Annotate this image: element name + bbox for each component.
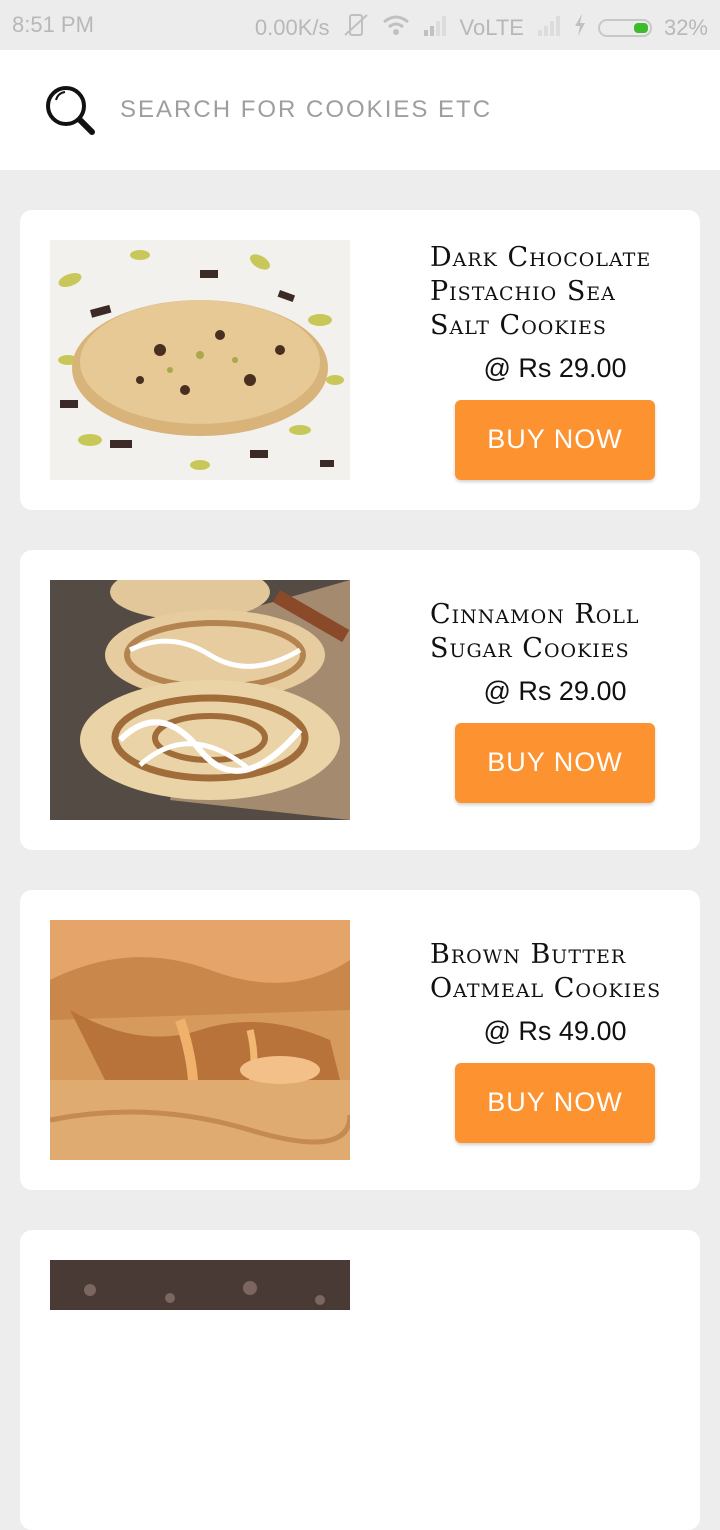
signal-icon xyxy=(422,14,448,42)
search-bar[interactable]: SEARCH FOR COOKIES ETC xyxy=(0,50,720,170)
battery-percent: 32% xyxy=(663,15,708,40)
search-input[interactable]: SEARCH FOR COOKIES ETC xyxy=(120,96,492,124)
product-price: @ Rs 29.00 xyxy=(483,352,627,383)
product-name: Dark Chocolate Pistachio Sea Salt Cookie… xyxy=(430,241,652,341)
cookie-pistachio-image[interactable] xyxy=(50,240,350,480)
signal-nosim-icon xyxy=(536,14,562,42)
status-bar: 8:51 PM 0.00K/s VoLTE 32% xyxy=(0,0,720,50)
buy-now-button[interactable]: BUY NOW xyxy=(455,1062,655,1143)
product-card: Brown Butter Oatmeal Cookies @ Rs 49.00 … xyxy=(20,890,700,1190)
buy-now-button[interactable]: BUY NOW xyxy=(455,399,655,480)
product-card: Dark Chocolate Pistachio Sea Salt Cookie… xyxy=(20,210,700,510)
cookie-image-partial[interactable] xyxy=(50,1260,350,1310)
charging-icon xyxy=(574,14,586,42)
battery-icon xyxy=(597,19,652,37)
product-price: @ Rs 29.00 xyxy=(483,675,627,706)
status-time: 8:51 PM xyxy=(12,12,94,37)
product-card xyxy=(20,1230,700,1530)
cookie-cinnamon-image[interactable] xyxy=(50,580,350,820)
product-price: @ Rs 49.00 xyxy=(483,1015,627,1046)
net-speed: 0.00K/s xyxy=(254,15,330,40)
network-label: VoLTE xyxy=(459,15,524,40)
vibrate-off-icon xyxy=(342,12,370,44)
product-name: Brown Butter Oatmeal Cookies xyxy=(430,938,662,1004)
cookie-caramel-image[interactable] xyxy=(50,920,350,1160)
buy-now-button[interactable]: BUY NOW xyxy=(455,722,655,803)
product-card: Cinnamon Roll Sugar Cookies @ Rs 29.00 B… xyxy=(20,550,700,850)
search-icon[interactable] xyxy=(44,84,98,138)
product-name: Cinnamon Roll Sugar Cookies xyxy=(430,598,640,664)
wifi-icon xyxy=(382,14,410,42)
